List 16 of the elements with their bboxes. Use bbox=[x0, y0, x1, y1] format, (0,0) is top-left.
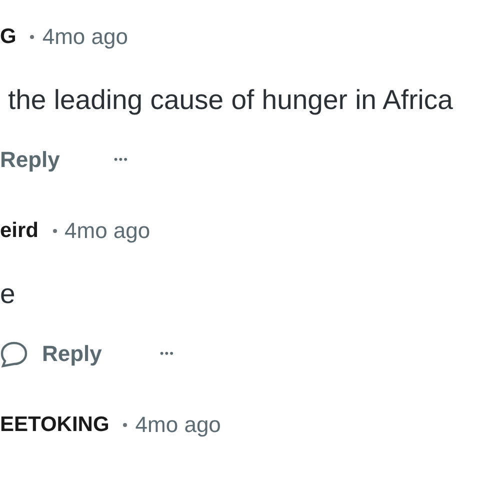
timestamp: 4mo ago bbox=[64, 218, 150, 244]
more-options-button[interactable]: ••• bbox=[114, 154, 128, 166]
author-name[interactable]: EETOKING bbox=[0, 413, 110, 437]
author-name[interactable]: eird bbox=[0, 219, 39, 243]
separator-dot bbox=[123, 423, 128, 427]
reply-button[interactable]: Reply bbox=[0, 147, 60, 173]
more-options-button[interactable]: ••• bbox=[160, 348, 174, 360]
comment-text: the leading cause of hunger in Africa bbox=[7, 85, 454, 115]
timestamp: 4mo ago bbox=[42, 24, 128, 50]
comment-text: e bbox=[0, 279, 16, 309]
reply-button[interactable]: Reply bbox=[0, 340, 102, 368]
separator-dot bbox=[52, 229, 57, 233]
speech-bubble-icon bbox=[0, 340, 28, 368]
timestamp: 4mo ago bbox=[135, 412, 221, 438]
author-name[interactable]: G bbox=[0, 25, 16, 49]
separator-dot bbox=[30, 35, 34, 39]
